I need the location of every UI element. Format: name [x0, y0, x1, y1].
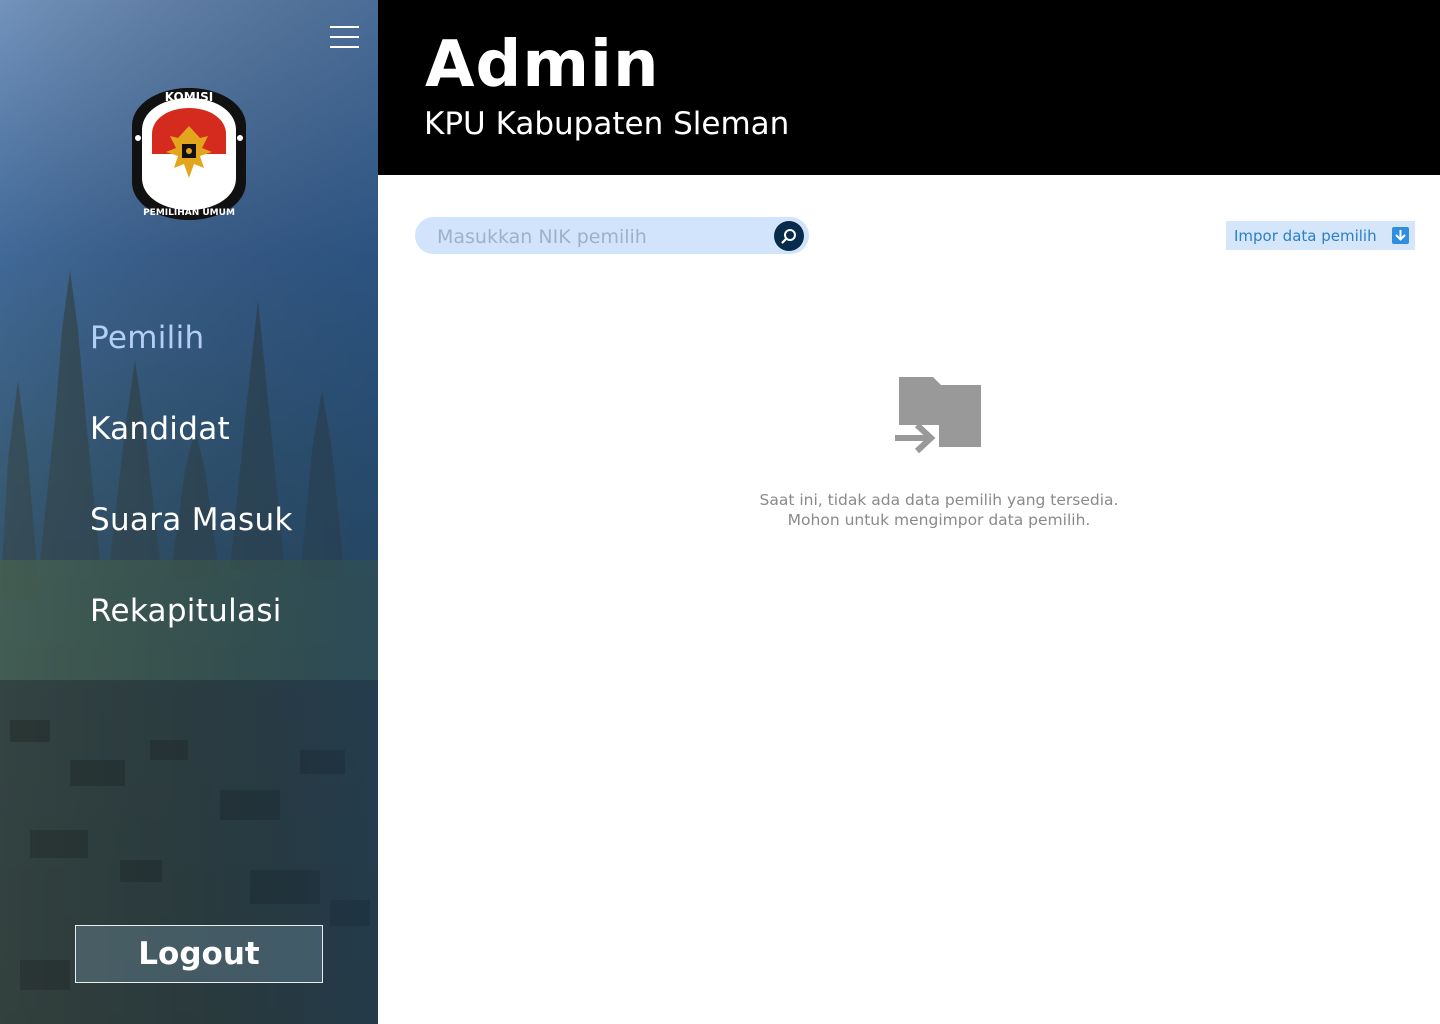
sidebar-item-pemilih[interactable]: Pemilih [90, 320, 204, 356]
folder-import-icon [893, 377, 981, 457]
hamburger-menu-icon[interactable] [330, 26, 360, 50]
logo-text-top: KOMISI [165, 90, 213, 104]
page-subtitle: KPU Kabupaten Sleman [424, 106, 790, 142]
page-title: Admin [425, 28, 660, 102]
search-bar [415, 217, 809, 256]
sidebar-item-suara-masuk[interactable]: Suara Masuk [90, 502, 293, 538]
empty-state-message: Saat ini, tidak ada data pemilih yang te… [700, 490, 1178, 530]
logo-text-bottom: PEMILIHAN UMUM [143, 208, 235, 218]
search-icon [781, 229, 796, 244]
empty-state-line-2: Mohon untuk mengimpor data pemilih. [787, 511, 1091, 529]
sidebar-item-rekapitulasi[interactable]: Rekapitulasi [90, 593, 282, 629]
search-button[interactable] [774, 221, 804, 251]
logout-button[interactable]: Logout [75, 925, 323, 983]
sidebar-item-kandidat[interactable]: Kandidat [90, 411, 230, 447]
import-voter-data-button[interactable]: Impor data pemilih [1226, 221, 1415, 250]
page-header: Admin KPU Kabupaten Sleman [378, 0, 1440, 175]
import-button-label: Impor data pemilih [1234, 226, 1377, 245]
search-input[interactable] [435, 217, 769, 256]
empty-state-line-1: Saat ini, tidak ada data pemilih yang te… [759, 491, 1119, 509]
sidebar: KOMISI PEMILIHAN UMUM Pemilih Kandidat S… [0, 0, 378, 1024]
app-root: KOMISI PEMILIHAN UMUM Pemilih Kandidat S… [0, 0, 1440, 1024]
kpu-logo: KOMISI PEMILIHAN UMUM [132, 88, 246, 220]
download-icon [1392, 227, 1409, 244]
